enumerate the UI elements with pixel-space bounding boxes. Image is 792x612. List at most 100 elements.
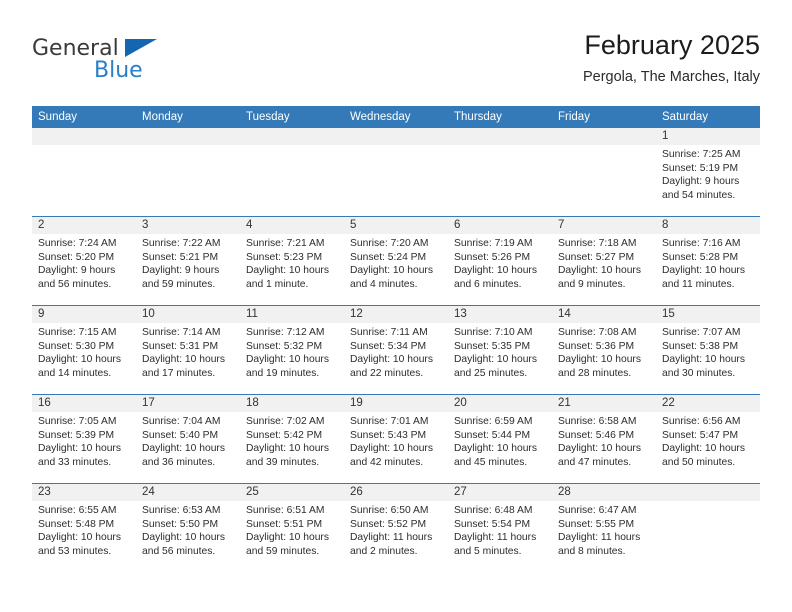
calendar-day-cell[interactable]: 26 Sunrise: 6:50 AM Sunset: 5:52 PM Dayligh… [344,483,448,572]
daylight-text-line2: and 30 minutes. [662,367,736,379]
calendar-day-cell[interactable]: 21 Sunrise: 6:58 AM Sunset: 5:46 PM Dayligh… [552,394,656,484]
day-number: 18 [240,395,344,412]
sunset-text: Sunset: 5:30 PM [38,340,115,352]
calendar-day-cell[interactable]: 11 Sunrise: 7:12 AM Sunset: 5:32 PM Dayligh… [240,305,344,395]
sunrise-text: Sunrise: 7:04 AM [142,416,221,427]
calendar-day-cell[interactable]: 8 Sunrise: 7:16 AM Sunset: 5:28 PM Daylight… [656,216,760,306]
weekday-header-saturday: Saturday [656,106,760,128]
calendar-day-cell[interactable]: 13 Sunrise: 7:10 AM Sunset: 5:35 PM Dayligh… [448,305,552,395]
sunset-text: Sunset: 5:32 PM [246,340,323,352]
general-blue-logo: General Blue [32,36,232,88]
day-number: 3 [136,217,240,234]
daylight-text-line1: Daylight: 10 hours [142,443,225,455]
daylight-text-line2: and 59 minutes. [142,278,216,290]
calendar-day-cell-empty [32,128,136,217]
calendar-day-cell[interactable]: 16 Sunrise: 7:05 AM Sunset: 5:39 PM Dayligh… [32,394,136,484]
sunrise-text: Sunrise: 7:19 AM [454,238,533,249]
day-details: Sunrise: 7:16 AM Sunset: 5:28 PM Daylight:… [656,234,760,291]
calendar-week-row: 9 Sunrise: 7:15 AM Sunset: 5:30 PM Daylight… [32,305,760,395]
calendar-day-cell[interactable]: 9 Sunrise: 7:15 AM Sunset: 5:30 PM Daylight… [32,305,136,395]
day-details: Sunrise: 7:01 AM Sunset: 5:43 PM Daylight:… [344,412,448,469]
sunset-text: Sunset: 5:19 PM [662,162,739,174]
sunset-text: Sunset: 5:44 PM [454,429,531,441]
daylight-text-line1: Daylight: 10 hours [142,354,225,366]
sunrise-text: Sunrise: 6:55 AM [38,505,117,516]
calendar-day-cell[interactable]: 1 Sunrise: 7:25 AM Sunset: 5:19 PM Daylight… [656,128,760,217]
day-number: 27 [448,484,552,501]
sunrise-text: Sunrise: 6:56 AM [662,416,741,427]
weekday-header-sunday: Sunday [32,106,136,128]
sunset-text: Sunset: 5:39 PM [38,429,115,441]
daylight-text-line1: Daylight: 9 hours [38,265,116,277]
calendar-day-cell[interactable]: 24 Sunrise: 6:53 AM Sunset: 5:50 PM Dayligh… [136,483,240,572]
sunset-text: Sunset: 5:24 PM [350,251,427,263]
sunset-text: Sunset: 5:21 PM [142,251,219,263]
calendar-day-cell-empty [552,128,656,217]
daylight-text-line1: Daylight: 10 hours [246,354,329,366]
daylight-text-line2: and 39 minutes. [246,456,320,468]
calendar-day-cell[interactable]: 14 Sunrise: 7:08 AM Sunset: 5:36 PM Dayligh… [552,305,656,395]
day-details: Sunrise: 7:07 AM Sunset: 5:38 PM Daylight:… [656,323,760,380]
daylight-text-line1: Daylight: 10 hours [558,265,641,277]
sunrise-text: Sunrise: 7:07 AM [662,327,741,338]
calendar-day-cell[interactable]: 28 Sunrise: 6:47 AM Sunset: 5:55 PM Dayligh… [552,483,656,572]
sunrise-text: Sunrise: 6:50 AM [350,505,429,516]
calendar-day-cell[interactable]: 15 Sunrise: 7:07 AM Sunset: 5:38 PM Dayligh… [656,305,760,395]
daylight-text-line1: Daylight: 10 hours [350,443,433,455]
day-number: 21 [552,395,656,412]
calendar-day-cell[interactable]: 4 Sunrise: 7:21 AM Sunset: 5:23 PM Daylight… [240,216,344,306]
calendar-day-cell[interactable]: 17 Sunrise: 7:04 AM Sunset: 5:40 PM Dayligh… [136,394,240,484]
daylight-text-line1: Daylight: 10 hours [142,532,225,544]
day-details: Sunrise: 7:25 AM Sunset: 5:19 PM Daylight:… [656,145,760,202]
daylight-text-line1: Daylight: 9 hours [662,176,740,188]
calendar-day-cell[interactable]: 25 Sunrise: 6:51 AM Sunset: 5:51 PM Dayligh… [240,483,344,572]
daylight-text-line2: and 4 minutes. [350,278,418,290]
day-number: 4 [240,217,344,234]
day-number: 26 [344,484,448,501]
weekday-header-wednesday: Wednesday [344,106,448,128]
daylight-text-line2: and 19 minutes. [246,367,320,379]
sunset-text: Sunset: 5:43 PM [350,429,427,441]
calendar-day-cell[interactable]: 7 Sunrise: 7:18 AM Sunset: 5:27 PM Daylight… [552,216,656,306]
sunrise-text: Sunrise: 6:47 AM [558,505,637,516]
calendar-day-cell[interactable]: 18 Sunrise: 7:02 AM Sunset: 5:42 PM Dayligh… [240,394,344,484]
calendar-day-cell[interactable]: 5 Sunrise: 7:20 AM Sunset: 5:24 PM Daylight… [344,216,448,306]
daylight-text-line2: and 56 minutes. [38,278,112,290]
calendar-day-cell[interactable]: 6 Sunrise: 7:19 AM Sunset: 5:26 PM Daylight… [448,216,552,306]
sunset-text: Sunset: 5:38 PM [662,340,739,352]
sunrise-text: Sunrise: 7:14 AM [142,327,221,338]
calendar-day-cell[interactable]: 2 Sunrise: 7:24 AM Sunset: 5:20 PM Daylight… [32,216,136,306]
daylight-text-line1: Daylight: 10 hours [558,443,641,455]
calendar-day-cell[interactable]: 12 Sunrise: 7:11 AM Sunset: 5:34 PM Dayligh… [344,305,448,395]
daylight-text-line1: Daylight: 10 hours [38,354,121,366]
calendar-day-cell[interactable]: 20 Sunrise: 6:59 AM Sunset: 5:44 PM Dayligh… [448,394,552,484]
calendar-day-cell[interactable]: 23 Sunrise: 6:55 AM Sunset: 5:48 PM Dayligh… [32,483,136,572]
calendar-day-cell[interactable]: 10 Sunrise: 7:14 AM Sunset: 5:31 PM Dayligh… [136,305,240,395]
sunset-text: Sunset: 5:50 PM [142,518,219,530]
sunrise-text: Sunrise: 6:53 AM [142,505,221,516]
calendar-day-cell[interactable]: 3 Sunrise: 7:22 AM Sunset: 5:21 PM Daylight… [136,216,240,306]
day-number: 12 [344,306,448,323]
daylight-text-line2: and 25 minutes. [454,367,528,379]
page-title: February 2025 [584,30,760,60]
day-number: 2 [32,217,136,234]
day-number: 11 [240,306,344,323]
day-number [32,128,136,145]
sunset-text: Sunset: 5:47 PM [662,429,739,441]
calendar-week-row: 23 Sunrise: 6:55 AM Sunset: 5:48 PM Dayligh… [32,483,760,572]
logo-text-blue: Blue [94,58,143,83]
page-header: General Blue February 2025 Pergola, The … [32,28,760,98]
calendar-day-cell[interactable]: 22 Sunrise: 6:56 AM Sunset: 5:47 PM Dayligh… [656,394,760,484]
day-details: Sunrise: 6:50 AM Sunset: 5:52 PM Daylight:… [344,501,448,558]
day-details: Sunrise: 6:59 AM Sunset: 5:44 PM Daylight:… [448,412,552,469]
sunrise-text: Sunrise: 7:10 AM [454,327,533,338]
daylight-text-line1: Daylight: 11 hours [454,532,537,544]
day-number: 24 [136,484,240,501]
day-details: Sunrise: 6:51 AM Sunset: 5:51 PM Daylight:… [240,501,344,558]
calendar-day-cell[interactable]: 19 Sunrise: 7:01 AM Sunset: 5:43 PM Dayligh… [344,394,448,484]
day-number: 14 [552,306,656,323]
day-details: Sunrise: 7:04 AM Sunset: 5:40 PM Daylight:… [136,412,240,469]
day-details: Sunrise: 6:47 AM Sunset: 5:55 PM Daylight:… [552,501,656,558]
calendar-day-cell[interactable]: 27 Sunrise: 6:48 AM Sunset: 5:54 PM Dayligh… [448,483,552,572]
sunrise-text: Sunrise: 7:15 AM [38,327,117,338]
